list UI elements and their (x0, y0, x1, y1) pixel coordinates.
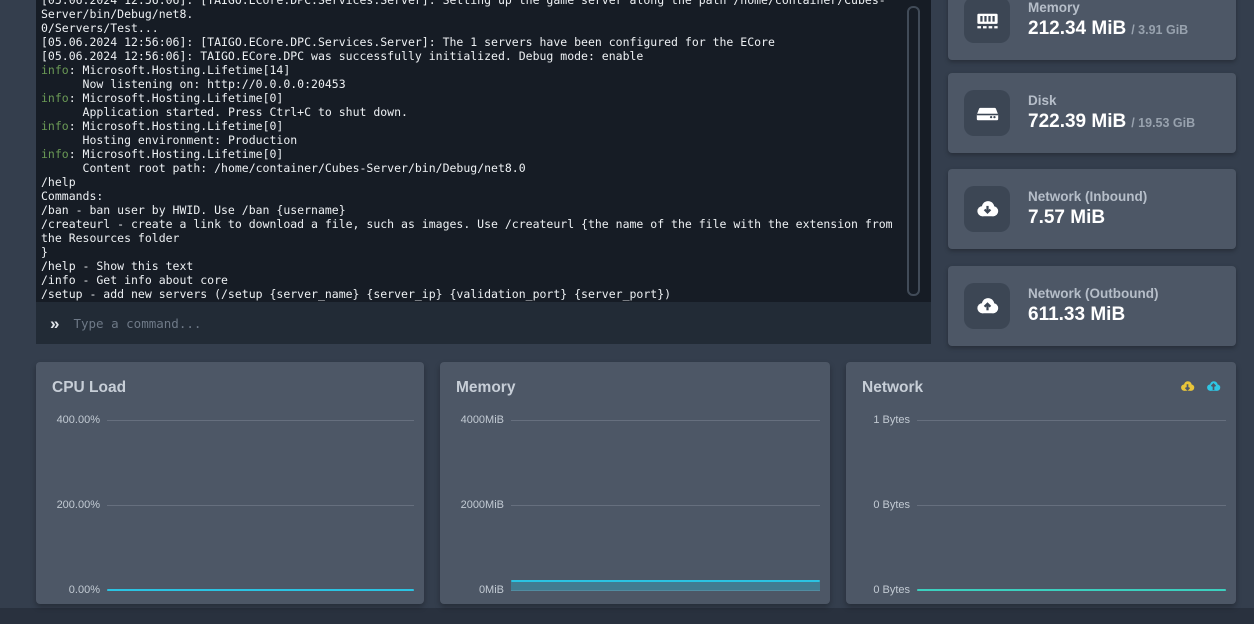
network-chart-legend (1179, 378, 1222, 395)
console-line: [05.06.2024 12:56:06]: [TAIGO.ECore.DPC.… (41, 0, 905, 21)
network-series-line (917, 589, 1226, 591)
network-chart-plot: 1 Bytes 0 Bytes 0 Bytes (858, 420, 1226, 590)
console-line: } (41, 245, 905, 259)
memory-series-line (511, 580, 820, 582)
console-line: /info - Get info about core (41, 273, 905, 287)
network-inbound-legend-icon[interactable] (1179, 378, 1196, 395)
stat-label: Disk (1028, 93, 1195, 108)
stat-card-memory: Memory 212.34 MiB / 3.91 GiB (948, 0, 1236, 60)
console-line: Content root path: /home/container/Cubes… (41, 161, 905, 175)
disk-icon (964, 90, 1010, 136)
y-tick-label: 0 Bytes (858, 584, 917, 596)
memory-icon (964, 0, 1010, 43)
stat-label: Memory (1028, 0, 1188, 15)
chart-title-network: Network (862, 379, 923, 397)
y-tick-label: 0.00% (48, 584, 107, 596)
command-bar: » (36, 302, 931, 344)
stat-label: Network (Inbound) (1028, 189, 1147, 204)
cpu-chart-plot: 400.00% 200.00% 0.00% (48, 420, 414, 590)
console-line: Hosting environment: Production (41, 133, 905, 147)
gridline (511, 505, 820, 506)
console-line: /setup - add new servers (/setup {server… (41, 287, 905, 301)
console-line: Now listening on: http://0.0.0.0:20453 (41, 77, 905, 91)
chart-title-memory: Memory (456, 379, 515, 397)
gridline (917, 420, 1226, 421)
console-line: info: Microsoft.Hosting.Lifetime[14] (41, 63, 905, 77)
console-line: /help - Show this text (41, 259, 905, 273)
y-tick-label: 0MiB (452, 584, 511, 596)
y-tick-label: 200.00% (48, 499, 107, 511)
gridline (107, 420, 414, 421)
y-tick-label: 2000MiB (452, 499, 511, 511)
stat-value: 722.39 MiB (1028, 111, 1126, 133)
y-tick-label: 4000MiB (452, 414, 511, 426)
console-scrollbar-thumb[interactable] (907, 6, 920, 296)
command-input[interactable] (71, 315, 931, 332)
gridline-row: 400.00% (48, 414, 414, 426)
cpu-load-chart-panel: CPU Load 400.00% 200.00% 0.00% (36, 362, 424, 604)
stat-limit: / 3.91 GiB (1131, 23, 1188, 37)
gridline (511, 420, 820, 421)
console-line: /help (41, 175, 905, 189)
memory-chart-panel: Memory 4000MiB 2000MiB 0MiB (440, 362, 830, 604)
console-line: [05.06.2024 12:56:06]: [TAIGO.ECore.DPC.… (41, 35, 905, 49)
gridline-row: 2000MiB (452, 499, 820, 511)
console-line: info: Microsoft.Hosting.Lifetime[0] (41, 91, 905, 105)
y-tick-label: 0 Bytes (858, 499, 917, 511)
console-line: /createurl - create a link to download a… (41, 217, 905, 245)
stat-card-network-outbound: Network (Outbound) 611.33 MiB (948, 266, 1236, 346)
stat-card-network-inbound: Network (Inbound) 7.57 MiB (948, 169, 1236, 249)
console-line: info: Microsoft.Hosting.Lifetime[0] (41, 147, 905, 161)
network-chart-panel: Network (846, 362, 1236, 604)
server-panel-page: [05.06.2024 12:56:06]: [TAIGO.ECore.DPC.… (0, 0, 1254, 624)
memory-series-area-fill (511, 582, 820, 591)
memory-chart-plot: 4000MiB 2000MiB 0MiB (452, 420, 820, 590)
cpu-load-series-line (107, 589, 414, 591)
console-line: 0/Servers/Test... (41, 21, 905, 35)
console-line: info: Microsoft.Hosting.Lifetime[0] (41, 119, 905, 133)
stat-limit: / 19.53 GiB (1131, 116, 1195, 130)
stat-value: 7.57 MiB (1028, 207, 1105, 229)
gridline (917, 505, 1226, 506)
prompt-icon: » (50, 315, 59, 332)
log-level-info: info (41, 147, 69, 161)
gridline (107, 505, 414, 506)
y-tick-label: 1 Bytes (858, 414, 917, 426)
stat-value: 212.34 MiB (1028, 18, 1126, 40)
console-output[interactable]: [05.06.2024 12:56:06]: [TAIGO.ECore.DPC.… (36, 0, 931, 302)
gridline-row: 1 Bytes (858, 414, 1226, 426)
content-area: [05.06.2024 12:56:06]: [TAIGO.ECore.DPC.… (0, 0, 1254, 608)
log-level-info: info (41, 119, 69, 133)
console-line: Commands: (41, 189, 905, 203)
chart-title-cpu: CPU Load (52, 379, 126, 397)
gridline-row: 0 Bytes (858, 499, 1226, 511)
cloud-upload-icon (964, 283, 1010, 329)
stat-value: 611.33 MiB (1028, 304, 1125, 326)
stat-label: Network (Outbound) (1028, 286, 1158, 301)
log-level-info: info (41, 63, 69, 77)
gridline-row: 200.00% (48, 499, 414, 511)
log-level-info: info (41, 91, 69, 105)
network-outbound-legend-icon[interactable] (1205, 378, 1222, 395)
cloud-download-icon (964, 186, 1010, 232)
console-line: [05.06.2024 12:56:06]: TAIGO.ECore.DPC w… (41, 49, 905, 63)
stat-card-disk: Disk 722.39 MiB / 19.53 GiB (948, 73, 1236, 153)
console-line: Application started. Press Ctrl+C to shu… (41, 105, 905, 119)
gridline-row: 4000MiB (452, 414, 820, 426)
console-panel: [05.06.2024 12:56:06]: [TAIGO.ECore.DPC.… (36, 0, 931, 302)
y-tick-label: 400.00% (48, 414, 107, 426)
console-line: /ban - ban user by HWID. Use /ban {usern… (41, 203, 905, 217)
